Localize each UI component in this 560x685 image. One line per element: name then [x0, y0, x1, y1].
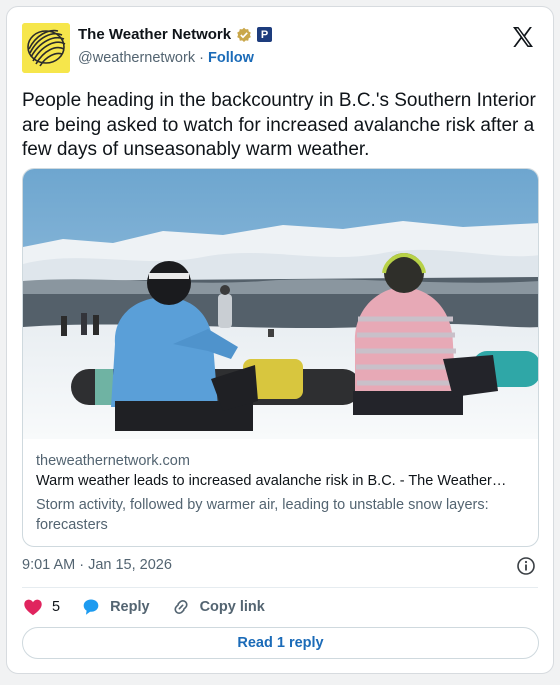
handle-separator: · [199, 50, 204, 66]
reply-bubble-icon [83, 599, 99, 615]
author-name-row: The Weather Network P [78, 26, 273, 43]
link-title: Warm weather leads to increased avalanch… [36, 473, 507, 489]
link-domain: theweathernetwork.com [36, 453, 190, 469]
tweet-timestamp[interactable]: 9:01 AM · Jan 15, 2026 [22, 557, 172, 573]
reply-button[interactable]: Reply [80, 596, 150, 618]
link-preview-card[interactable]: theweathernetwork.com Warm weather leads… [22, 168, 539, 547]
read-reply-button[interactable]: Read 1 reply [22, 627, 539, 659]
like-count: 5 [52, 599, 61, 615]
weather-network-logo-icon [22, 23, 70, 73]
heart-icon [24, 599, 42, 616]
link-preview-meta: theweathernetwork.com Warm weather leads… [36, 453, 525, 535]
affiliate-badge: P [257, 27, 273, 42]
info-icon[interactable] [516, 556, 536, 576]
author-name[interactable]: The Weather Network [78, 26, 231, 43]
verified-badge-icon [237, 27, 251, 42]
tweet-actions: 5 Reply Copy link [22, 595, 285, 619]
avatar[interactable] [22, 23, 70, 73]
author-handle[interactable]: @weathernetwork [78, 50, 195, 66]
tweet-embed-card: The Weather Network P @weathernetwork · … [6, 6, 554, 674]
follow-button[interactable]: Follow [208, 50, 254, 66]
divider [22, 587, 538, 588]
author-handle-row: @weathernetwork · Follow [78, 50, 254, 66]
link-icon [174, 599, 188, 615]
link-preview-image[interactable] [23, 169, 539, 439]
reply-label: Reply [110, 599, 150, 615]
copy-link-label: Copy link [199, 599, 265, 615]
copy-link-button[interactable]: Copy link [170, 596, 265, 618]
timestamp-row: 9:01 AM · Jan 15, 2026 [22, 556, 538, 578]
tweet-text: People heading in the backcountry in B.C… [22, 90, 536, 160]
link-description: Storm activity, followed by warmer air, … [36, 497, 489, 533]
tweet-header: The Weather Network P @weathernetwork · … [22, 23, 537, 75]
like-button[interactable]: 5 [22, 596, 60, 618]
x-logo-icon[interactable] [511, 25, 535, 49]
